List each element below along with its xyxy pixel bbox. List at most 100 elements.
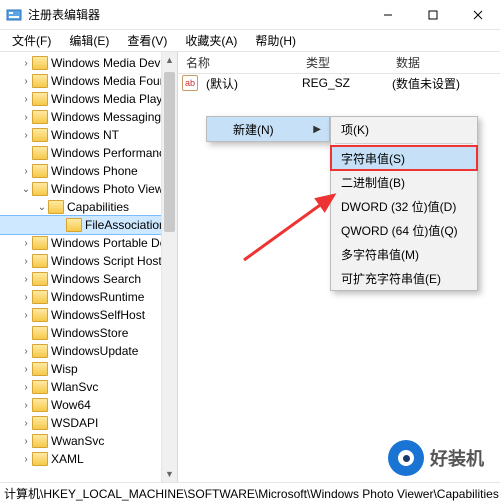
list-row[interactable]: ab (默认) REG_SZ (数值未设置) <box>178 74 500 92</box>
expander-closed-icon[interactable]: › <box>20 436 32 447</box>
tree-scrollbar[interactable]: ▲ ▼ <box>161 52 177 482</box>
tree-item[interactable]: ⌄ Capabilities <box>0 198 177 216</box>
scroll-down-icon[interactable]: ▼ <box>162 466 177 482</box>
watermark-text: 好装机 <box>430 445 484 471</box>
ctx-sub-item[interactable]: 可扩充字符串值(E) <box>331 266 477 290</box>
tree-item-label: Windows Media Device <box>51 56 176 70</box>
menu-help[interactable]: 帮助(H) <box>247 30 304 51</box>
expander-closed-icon[interactable]: › <box>20 418 32 429</box>
ctx-new[interactable]: 新建(N) ▶ <box>207 117 329 141</box>
tree-item[interactable]: ›Windows Media Found <box>0 72 177 90</box>
tree-item[interactable]: WindowsStore <box>0 324 177 342</box>
folder-icon <box>32 434 48 448</box>
ctx-sub-item[interactable]: QWORD (64 位)值(Q) <box>331 218 477 242</box>
folder-icon <box>32 272 48 286</box>
ctx-sub-item[interactable]: 字符串值(S) <box>331 146 477 170</box>
menubar: 文件(F) 编辑(E) 查看(V) 收藏夹(A) 帮助(H) <box>0 30 500 52</box>
watermark-eye-icon <box>388 440 424 476</box>
tree-item[interactable]: › WwanSvc <box>0 432 177 450</box>
tree-item[interactable]: ›Windows Script Host <box>0 252 177 270</box>
close-button[interactable] <box>455 0 500 30</box>
expander-closed-icon[interactable]: › <box>20 166 32 177</box>
expander-closed-icon[interactable]: › <box>20 130 32 141</box>
tree-item[interactable]: › Windows Phone <box>0 162 177 180</box>
tree-item[interactable]: ›WindowsRuntime <box>0 288 177 306</box>
tree-item[interactable]: ›WlanSvc <box>0 378 177 396</box>
value-data: (数值未设置) <box>388 75 460 92</box>
tree-item[interactable]: › XAML <box>0 450 177 468</box>
list-header: 名称 类型 数据 <box>178 52 500 74</box>
tree-item[interactable]: › WSDAPI <box>0 414 177 432</box>
tree-item[interactable]: › WindowsSelfHost <box>0 306 177 324</box>
scroll-up-icon[interactable]: ▲ <box>162 52 177 68</box>
expander-closed-icon[interactable]: › <box>20 382 32 393</box>
col-name[interactable]: 名称 <box>178 54 298 71</box>
tree-item-label: Windows Performance <box>51 146 172 160</box>
menu-favorites[interactable]: 收藏夹(A) <box>177 30 245 51</box>
maximize-button[interactable] <box>410 0 455 30</box>
expander-closed-icon[interactable]: › <box>20 292 32 303</box>
ctx-new-label: 新建(N) <box>233 121 274 138</box>
tree-item[interactable]: ›Windows Portable Dev <box>0 234 177 252</box>
expander-closed-icon[interactable]: › <box>20 58 32 69</box>
expander-closed-icon[interactable]: › <box>20 400 32 411</box>
expander-closed-icon[interactable]: › <box>20 238 32 249</box>
tree-item[interactable]: ›Wisp <box>0 360 177 378</box>
tree-item-label: Windows NT <box>51 128 119 142</box>
tree-item-label: XAML <box>51 452 84 466</box>
menu-file[interactable]: 文件(F) <box>4 30 59 51</box>
tree-item-label: Wow64 <box>51 398 91 412</box>
scroll-thumb[interactable] <box>164 72 175 232</box>
tree-item[interactable]: ›Windows Messaging S <box>0 108 177 126</box>
folder-icon <box>32 110 48 124</box>
folder-icon <box>32 146 48 160</box>
tree-item[interactable]: ›Windows Search <box>0 270 177 288</box>
expander-closed-icon[interactable]: › <box>20 454 32 465</box>
expander-closed-icon[interactable]: › <box>20 310 32 321</box>
tree-item-label: Windows Phone <box>51 164 138 178</box>
folder-icon <box>32 92 48 106</box>
folder-icon <box>32 236 48 250</box>
string-value-icon: ab <box>182 75 198 91</box>
ctx-sub-item[interactable]: 多字符串值(M) <box>331 242 477 266</box>
menu-view[interactable]: 查看(V) <box>119 30 175 51</box>
expander-closed-icon[interactable]: › <box>20 364 32 375</box>
expander-closed-icon[interactable]: › <box>20 76 32 87</box>
tree-item[interactable]: › Windows Media Device <box>0 54 177 72</box>
tree-item[interactable]: ›Windows Media Player <box>0 90 177 108</box>
value-name: (默认) <box>202 75 298 92</box>
status-bar: 计算机\HKEY_LOCAL_MACHINE\SOFTWARE\Microsof… <box>0 482 500 504</box>
ctx-sub-item[interactable]: DWORD (32 位)值(D) <box>331 194 477 218</box>
tree-item[interactable]: › Windows NT <box>0 126 177 144</box>
minimize-button[interactable] <box>365 0 410 30</box>
tree-item-label: WindowsSelfHost <box>51 308 145 322</box>
col-type[interactable]: 类型 <box>298 54 388 71</box>
tree-item-label: Windows Photo Viewer <box>51 182 174 196</box>
tree-item-label: Capabilities <box>67 200 129 214</box>
folder-icon <box>32 182 48 196</box>
tree-item[interactable]: › Wow64 <box>0 396 177 414</box>
ctx-sub-item[interactable]: 项(K) <box>331 117 477 141</box>
menu-edit[interactable]: 编辑(E) <box>61 30 117 51</box>
context-menu: 新建(N) ▶ <box>206 116 330 142</box>
tree-item[interactable]: Windows Performance <box>0 144 177 162</box>
expander-open-icon[interactable]: ⌄ <box>36 202 48 213</box>
expander-closed-icon[interactable]: › <box>20 274 32 285</box>
tree-item[interactable]: ›WindowsUpdate <box>0 342 177 360</box>
col-data[interactable]: 数据 <box>388 54 500 71</box>
expander-closed-icon[interactable]: › <box>20 256 32 267</box>
folder-icon <box>32 344 48 358</box>
expander-open-icon[interactable]: ⌄ <box>20 184 32 195</box>
expander-closed-icon[interactable]: › <box>20 346 32 357</box>
registry-tree[interactable]: › Windows Media Device ›Windows Media Foun… <box>0 52 178 482</box>
tree-item-label: WwanSvc <box>51 434 104 448</box>
folder-icon <box>32 128 48 142</box>
expander-closed-icon[interactable]: › <box>20 94 32 105</box>
tree-item[interactable]: ⌄ Windows Photo Viewer <box>0 180 177 198</box>
tree-item-label: WSDAPI <box>51 416 98 430</box>
watermark: 好装机 <box>388 440 484 476</box>
tree-item[interactable]: FileAssociations <box>0 216 177 234</box>
expander-closed-icon[interactable]: › <box>20 112 32 123</box>
menu-separator <box>335 143 473 144</box>
ctx-sub-item[interactable]: 二进制值(B) <box>331 170 477 194</box>
